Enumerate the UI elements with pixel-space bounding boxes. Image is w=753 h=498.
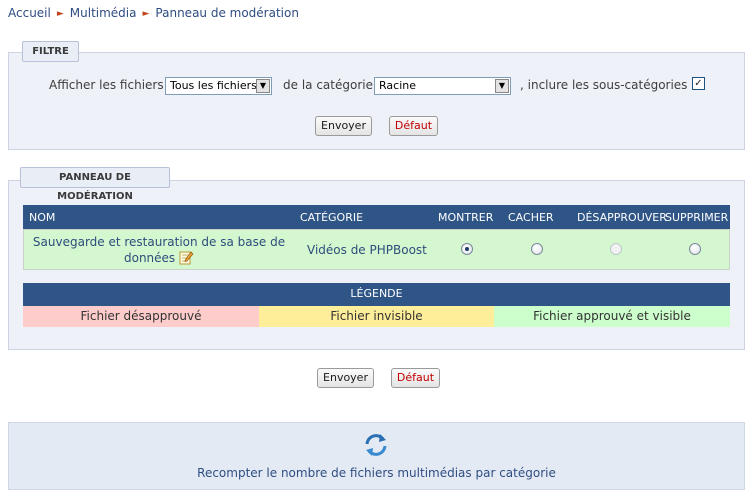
refresh-icon[interactable]	[362, 431, 390, 459]
breadcrumb-separator-icon: ►	[56, 9, 64, 19]
filter-fieldset	[8, 52, 745, 150]
table-row: Sauvegarde et restauration de sa base de…	[23, 229, 730, 270]
files-type-select-value: Tous les fichiers	[170, 79, 257, 92]
legend-invisible: Fichier invisible	[259, 306, 494, 327]
breadcrumb-separator-icon: ►	[142, 9, 150, 19]
file-name-line2: données	[123, 251, 176, 265]
delete-radio[interactable]	[689, 243, 701, 255]
moderation-legend: PANNEAU DE MODÉRATION	[20, 167, 170, 202]
filter-show-label: Afficher les fichiers	[49, 78, 164, 92]
legend-disapproved: Fichier désapprouvé	[23, 306, 259, 327]
file-name-line1: Sauvegarde et restauration de sa base de	[32, 235, 286, 249]
moderation-reset-button[interactable]: Défaut	[391, 368, 440, 388]
legend-title-bar: LÉGENDE	[23, 283, 730, 306]
filter-category-label: de la catégorie	[283, 78, 373, 92]
breadcrumb-home-link[interactable]: Accueil	[8, 6, 51, 20]
moderation-table-header: NOM CATÉGORIE MONTRER CACHER DÉSAPPROUVE…	[23, 205, 730, 229]
filter-reset-button[interactable]: Défaut	[389, 116, 438, 136]
column-header-delete: SUPPRIMER	[665, 211, 729, 224]
file-name-cell[interactable]: Sauvegarde et restauration de sa base de…	[26, 234, 292, 266]
recount-link[interactable]: Recompter le nombre de fichiers multiméd…	[8, 466, 745, 480]
hide-radio[interactable]	[531, 243, 543, 255]
legend-approved: Fichier approuvé et visible	[494, 306, 730, 327]
moderation-submit-button[interactable]: Envoyer	[317, 368, 374, 388]
chevron-down-icon[interactable]: ▼	[495, 79, 509, 93]
include-subcategories-checkbox[interactable]: ✓	[692, 77, 705, 90]
edit-icon[interactable]	[179, 250, 194, 265]
category-select[interactable]: Racine ▼	[374, 77, 511, 95]
column-header-disapprove: DÉSAPPROUVER	[577, 211, 667, 224]
file-category-cell[interactable]: Vidéos de PHPBoost	[307, 243, 427, 257]
breadcrumb-multimedia-link[interactable]: Multimédia	[70, 6, 137, 20]
breadcrumb: Accueil ► Multimédia ► Panneau de modération	[8, 6, 299, 20]
show-radio[interactable]	[461, 243, 473, 255]
filter-subcat-label: , inclure les sous-catégories :	[520, 78, 696, 92]
breadcrumb-current: Panneau de modération	[155, 6, 299, 20]
chevron-down-icon[interactable]: ▼	[256, 79, 270, 93]
column-header-hide: CACHER	[508, 211, 554, 224]
category-select-value: Racine	[379, 79, 416, 92]
column-header-name: NOM	[29, 211, 56, 224]
filter-submit-button[interactable]: Envoyer	[315, 116, 372, 136]
column-header-show: MONTRER	[438, 211, 494, 224]
files-type-select[interactable]: Tous les fichiers ▼	[165, 77, 272, 95]
filter-legend: FILTRE	[22, 41, 79, 62]
column-header-category: CATÉGORIE	[300, 211, 364, 224]
disapprove-radio[interactable]	[610, 243, 622, 255]
